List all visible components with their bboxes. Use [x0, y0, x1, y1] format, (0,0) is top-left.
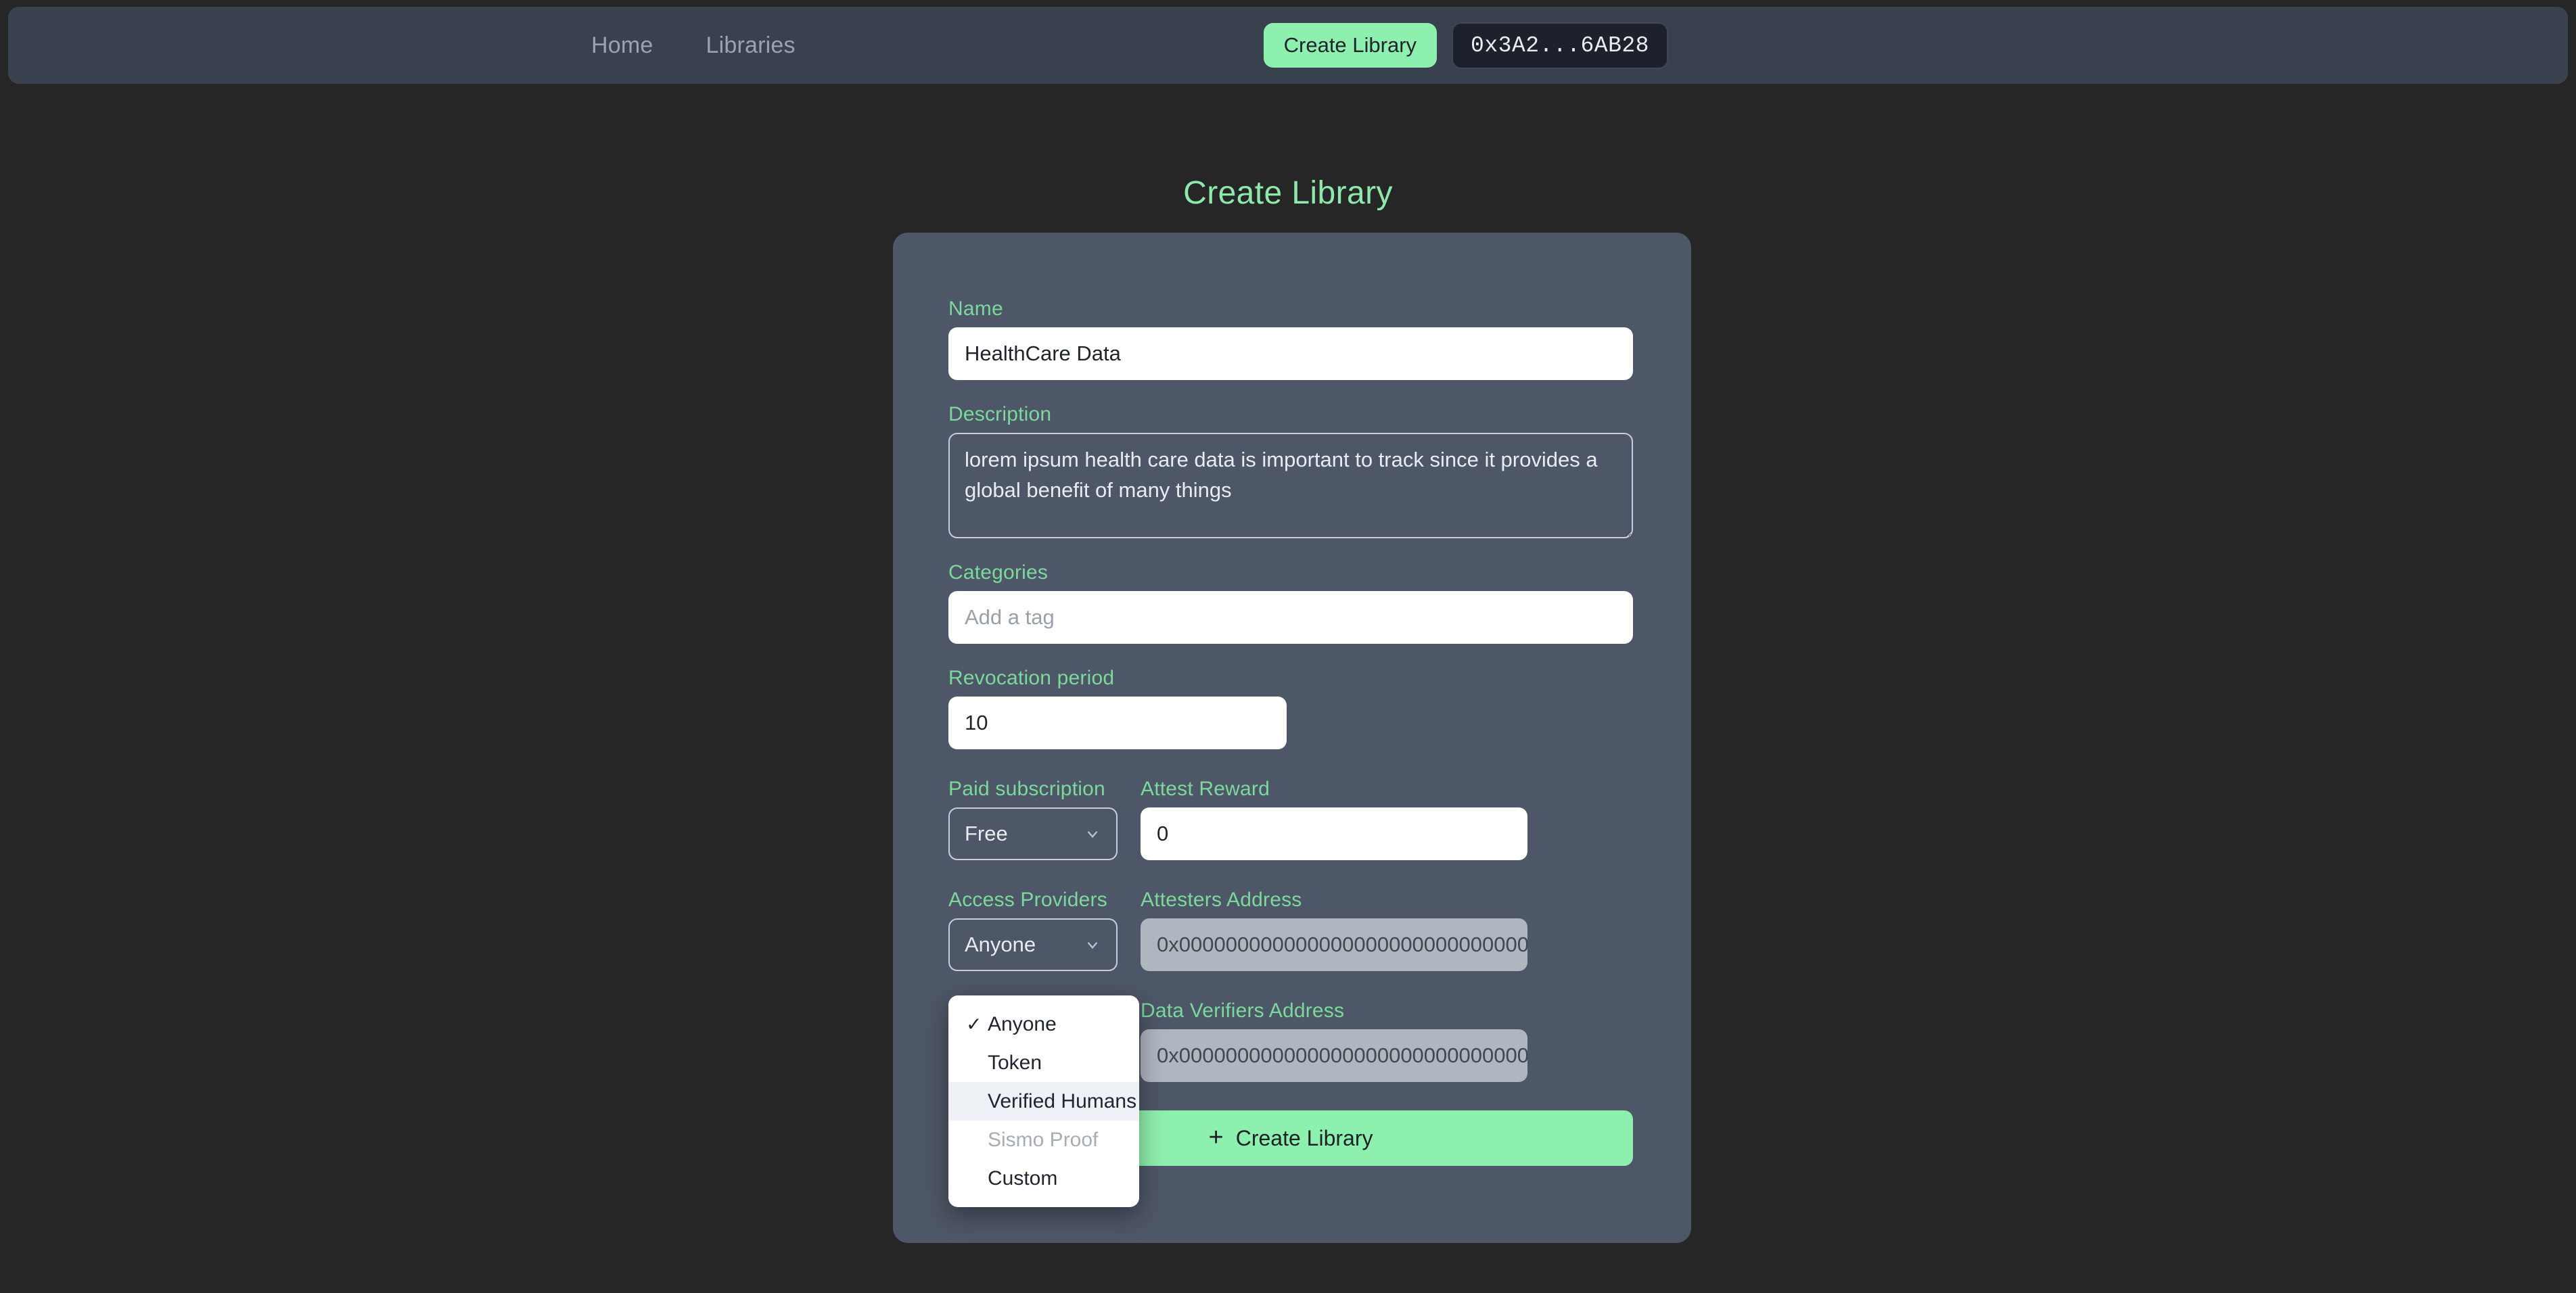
dropdown-item-token[interactable]: Token — [948, 1043, 1139, 1082]
field-data-verifiers-address: Data Verifiers Address 0x000000000000000… — [1141, 1000, 1527, 1082]
create-library-submit-label: Create Library — [1235, 1125, 1373, 1150]
field-access-providers: Access Providers Anyone — [948, 889, 1118, 971]
access-providers-value: Anyone — [965, 933, 1036, 956]
name-label: Name — [948, 298, 1003, 320]
field-revocation-period: Revocation period — [948, 667, 1633, 749]
field-attesters-address: Attesters Address 0x00000000000000000000… — [1141, 889, 1527, 971]
create-library-nav-button[interactable]: Create Library — [1263, 23, 1438, 68]
nav-link-libraries[interactable]: Libraries — [706, 32, 796, 59]
attesters-address-input: 0x00000000000000000000000000000000 — [1141, 918, 1527, 971]
paid-subscription-select[interactable]: Free — [948, 807, 1118, 860]
dropdown-item-label: Token — [988, 1051, 1042, 1074]
top-navbar: Home Libraries Create Library 0x3A2...6A… — [8, 7, 2568, 84]
row-subscription-reward: Paid subscription Free Attest Reward — [948, 778, 1633, 860]
categories-input[interactable] — [948, 591, 1633, 644]
description-label: Description — [948, 403, 1052, 425]
data-verifiers-address-input: 0x00000000000000000000000000000000 — [1141, 1029, 1527, 1082]
dropdown-item-label: Custom — [988, 1167, 1058, 1190]
field-name: Name — [948, 298, 1633, 380]
field-categories: Categories — [948, 561, 1633, 644]
field-attest-reward: Attest Reward — [1141, 778, 1527, 860]
paid-subscription-label: Paid subscription — [948, 778, 1105, 800]
chevron-down-icon — [1087, 941, 1098, 949]
dropdown-item-label: Sismo Proof — [988, 1128, 1099, 1151]
access-providers-label: Access Providers — [948, 889, 1107, 911]
row-access-attesters: Access Providers Anyone Attesters Addres… — [948, 889, 1633, 971]
revocation-period-label: Revocation period — [948, 667, 1115, 689]
dropdown-item-anyone[interactable]: ✓ Anyone — [948, 1005, 1139, 1043]
name-input[interactable] — [948, 327, 1633, 380]
dropdown-item-sismo-proof: Sismo Proof — [948, 1121, 1139, 1159]
attesters-address-placeholder: 0x00000000000000000000000000000000 — [1157, 933, 1527, 956]
attest-reward-label: Attest Reward — [1141, 778, 1270, 800]
dropdown-item-label: Anyone — [988, 1012, 1057, 1035]
dropdown-item-label: Verified Humans — [988, 1089, 1137, 1112]
access-providers-dropdown-menu: ✓ Anyone Token Verified Humans Sismo Pro… — [948, 995, 1139, 1207]
data-verifiers-address-placeholder: 0x00000000000000000000000000000000 — [1157, 1043, 1527, 1067]
plus-icon: + — [1208, 1123, 1224, 1152]
chevron-down-icon — [1087, 830, 1098, 839]
nav-link-home[interactable]: Home — [591, 32, 653, 59]
attesters-address-label: Attesters Address — [1141, 889, 1302, 911]
categories-label: Categories — [948, 561, 1049, 584]
description-textarea[interactable] — [948, 433, 1633, 538]
nav-links: Home Libraries — [591, 32, 796, 59]
page-title: Create Library — [1183, 175, 1393, 211]
field-description: Description — [948, 403, 1633, 538]
paid-subscription-value: Free — [965, 822, 1008, 845]
navbar-actions: Create Library 0x3A2...6AB28 — [1263, 22, 1668, 69]
data-verifiers-address-label: Data Verifiers Address — [1141, 1000, 1345, 1022]
field-paid-subscription: Paid subscription Free — [948, 778, 1118, 860]
dropdown-item-verified-humans[interactable]: Verified Humans — [948, 1082, 1139, 1121]
dropdown-item-custom[interactable]: Custom — [948, 1159, 1139, 1198]
access-providers-select[interactable]: Anyone — [948, 918, 1118, 971]
wallet-address-button[interactable]: 0x3A2...6AB28 — [1452, 22, 1668, 69]
attest-reward-input[interactable] — [1141, 807, 1527, 860]
revocation-period-input[interactable] — [948, 697, 1287, 749]
check-icon: ✓ — [966, 1014, 982, 1035]
